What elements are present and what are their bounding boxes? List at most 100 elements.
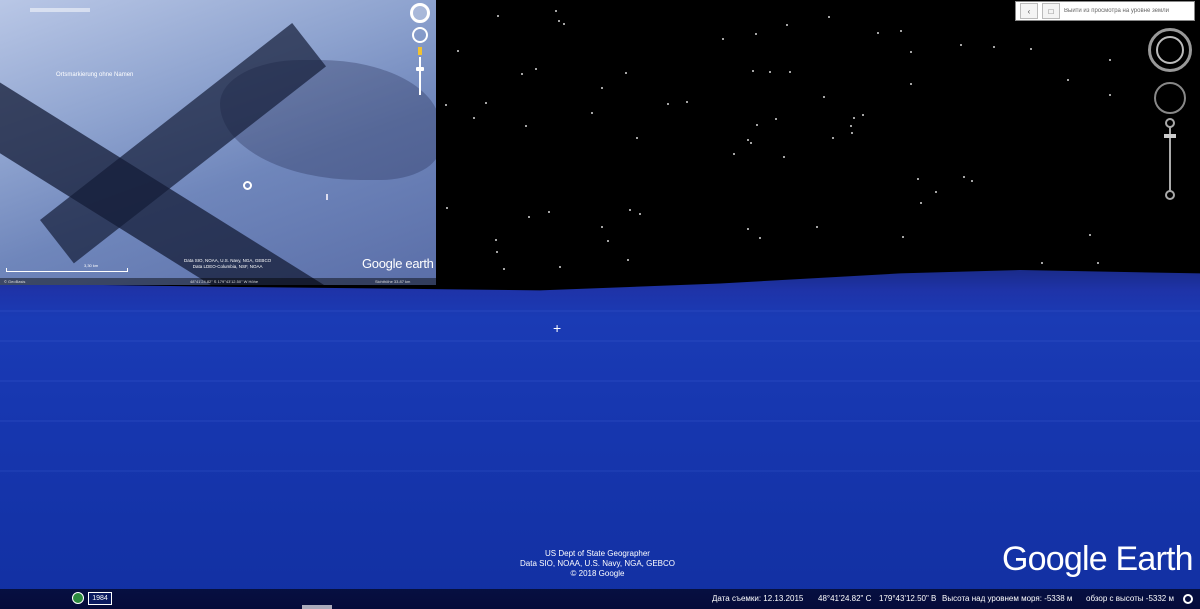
star [607, 239, 610, 242]
star [1030, 47, 1033, 50]
tour-bar[interactable] [302, 605, 332, 609]
star [750, 141, 753, 144]
star [862, 114, 865, 117]
star [902, 236, 905, 239]
star [785, 23, 788, 26]
inset-logo: Google earth [362, 256, 434, 271]
star [555, 10, 558, 13]
star [686, 101, 689, 103]
placemark-label: Ortsmarkierung ohne Namen [56, 72, 134, 78]
star [445, 206, 448, 209]
star [1067, 78, 1070, 81]
star [971, 179, 974, 182]
star [759, 236, 762, 239]
star [497, 15, 500, 18]
star [774, 117, 777, 120]
inset-toolbar [30, 8, 90, 12]
star [828, 16, 831, 19]
star [563, 23, 566, 26]
star [747, 227, 750, 230]
back-button[interactable]: ‹ [1020, 3, 1038, 19]
star [751, 70, 754, 73]
exit-ground-level-field[interactable]: Выйти из просмотра на уровне земли [1060, 8, 1194, 14]
star [535, 68, 538, 71]
star [832, 136, 835, 139]
star [822, 95, 825, 98]
inset-scale-label: 3,30 km [84, 263, 99, 268]
star [1108, 59, 1111, 62]
inset-compass-icon[interactable] [410, 3, 430, 23]
star [746, 138, 749, 141]
star [733, 153, 736, 156]
inset-credits: Data SIO, NOAA, U.S. Navy, NGA, GEBCO Da… [184, 258, 272, 269]
star [934, 191, 937, 194]
eye-altitude: обзор с высоты -5332 м [1086, 594, 1174, 603]
star [1088, 233, 1091, 236]
imagery-date: Дата съемки: 12.13.2015 [712, 594, 804, 603]
google-earth-logo: Google Earth [1002, 540, 1194, 578]
star [494, 238, 497, 241]
zoom-knob[interactable] [1164, 134, 1176, 138]
star [624, 71, 627, 74]
star [852, 116, 855, 119]
inset-nav-controls[interactable] [410, 3, 430, 95]
star [1040, 261, 1043, 264]
history-clock-icon[interactable] [72, 592, 84, 604]
inset-placemark[interactable]: Ortsmarkierung ohne Namen [56, 72, 133, 78]
star [484, 102, 487, 105]
star [495, 250, 498, 253]
latitude: 48°41'24.82" С [818, 594, 872, 603]
star [960, 44, 963, 47]
exit-ground-level-bar[interactable]: ‹ □ Выйти из просмотра на уровне земли [1015, 1, 1195, 21]
inset-look-icon[interactable] [412, 27, 428, 43]
imagery-credits: US Dept of State Geographer Data SIO, NO… [520, 549, 675, 578]
star [783, 155, 786, 158]
streaming-ring-icon [1183, 594, 1193, 604]
star [590, 112, 593, 115]
inset-target-icon [243, 181, 252, 190]
star [920, 201, 923, 204]
home-button[interactable]: □ [1042, 3, 1060, 19]
star [993, 45, 996, 48]
star [444, 103, 447, 106]
star [473, 117, 476, 120]
zoom-slider-icon[interactable] [1164, 118, 1176, 200]
elevation: Высота над уровнем моря: -5338 м [942, 594, 1073, 603]
star [457, 50, 460, 53]
inset-pegman-icon[interactable] [418, 47, 422, 55]
star [629, 209, 632, 212]
inset-earth-view: Ortsmarkierung ohne Namen Data SIO, NOAA… [0, 0, 436, 285]
star [876, 32, 879, 35]
star [916, 178, 919, 181]
inset-statusbar: © GeoBasis 48°41'24.82" S 179°43'12.50" … [0, 278, 436, 285]
star [788, 71, 791, 74]
statusbar: Дата съемки: 12.13.2015 48°41'24.82" С 1… [0, 589, 1200, 609]
star [910, 51, 913, 54]
star [815, 225, 818, 228]
star [850, 124, 853, 127]
longitude: 179°43'12.50" В [879, 594, 937, 603]
star [722, 38, 725, 41]
star [1097, 262, 1100, 265]
star [769, 71, 772, 74]
star [626, 258, 629, 261]
nav-controls[interactable] [1148, 28, 1192, 200]
star [558, 19, 561, 22]
star [635, 136, 638, 139]
star [666, 102, 669, 105]
inset-marker [326, 194, 328, 200]
inset-zoom-slider[interactable] [416, 57, 424, 95]
historical-year-badge[interactable]: 1984 [88, 592, 112, 605]
star [559, 266, 562, 269]
star [900, 29, 903, 32]
star [502, 267, 505, 270]
star [600, 225, 603, 228]
zoom-in-button[interactable] [1165, 118, 1175, 128]
zoom-out-button[interactable] [1165, 190, 1175, 200]
star [601, 86, 604, 89]
compass-icon[interactable] [1148, 28, 1192, 72]
inset-scale-bar [6, 268, 128, 272]
look-joystick-icon[interactable] [1154, 82, 1186, 114]
star [520, 73, 523, 76]
star [755, 33, 758, 36]
